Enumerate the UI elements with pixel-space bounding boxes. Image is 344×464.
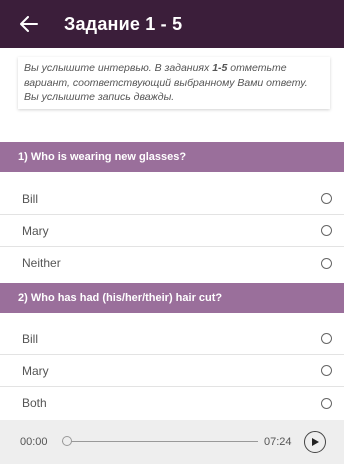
option-label: Mary — [22, 223, 49, 238]
page-title: Задание 1 - 5 — [64, 13, 183, 34]
question-2-option-mary[interactable]: Mary — [0, 355, 344, 387]
instructions-task-range: 1-5 — [212, 62, 228, 74]
option-label: Mary — [22, 363, 49, 378]
question-2-option-bill[interactable]: Bill — [0, 323, 344, 355]
question-1-option-bill[interactable]: Bill — [0, 183, 344, 215]
audio-player: 00:00 07:24 — [0, 420, 344, 464]
seek-bar[interactable] — [62, 436, 258, 448]
radio-button[interactable] — [321, 225, 332, 236]
seek-track — [62, 441, 258, 442]
radio-button[interactable] — [321, 257, 332, 269]
total-time: 07:24 — [264, 436, 292, 448]
play-button[interactable] — [304, 431, 326, 453]
radio-button[interactable] — [321, 397, 332, 409]
question-1-text: 1) Who is wearing new glasses? — [18, 151, 187, 163]
instructions-text-1: Вы услышите интервью. В заданиях — [24, 62, 213, 74]
question-2-text: 2) Who has had (his/her/their) hair cut? — [18, 292, 223, 304]
option-label: Neither — [22, 256, 61, 270]
instructions-card: Вы услышите интервью. В заданиях 1-5 отм… — [18, 57, 330, 109]
option-label: Bill — [22, 331, 39, 346]
current-time: 00:00 — [20, 436, 48, 448]
radio-button[interactable] — [321, 365, 332, 376]
option-label: Bill — [22, 191, 39, 206]
question-1-option-neither[interactable]: Neither — [0, 247, 344, 279]
radio-button[interactable] — [321, 333, 332, 344]
arrow-left-icon[interactable] — [18, 13, 40, 35]
question-1-header: 1) Who is wearing new glasses? — [0, 142, 344, 172]
option-label: Both — [22, 396, 47, 410]
radio-button[interactable] — [321, 193, 332, 204]
question-1-option-mary[interactable]: Mary — [0, 215, 344, 247]
play-icon — [312, 438, 319, 446]
seek-handle[interactable] — [62, 436, 72, 446]
question-2-option-both[interactable]: Both — [0, 387, 344, 419]
question-2-header: 2) Who has had (his/her/their) hair cut? — [0, 283, 344, 313]
app-bar: Задание 1 - 5 — [0, 0, 344, 48]
